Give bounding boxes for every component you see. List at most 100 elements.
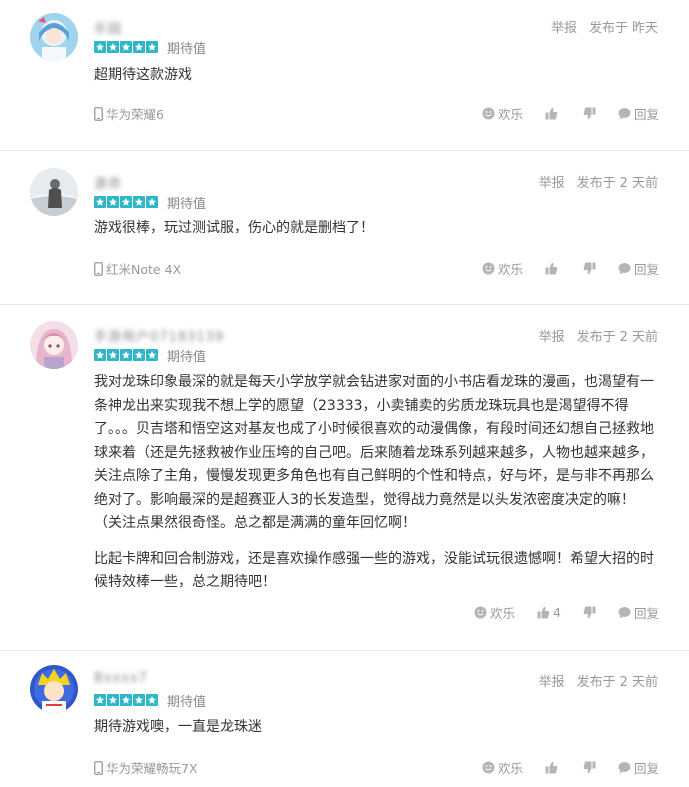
avatar[interactable] (30, 13, 78, 61)
posted-prefix: 发布于 (576, 675, 616, 690)
thumbs-up-icon (537, 606, 550, 619)
thumbs-up-icon (545, 262, 558, 275)
star-icon (107, 694, 119, 706)
report-link[interactable]: 举报 (551, 17, 577, 36)
rating-label: 期待值 (167, 197, 207, 212)
star-icon (120, 349, 132, 361)
device-info: 华为荣耀6 (94, 104, 164, 123)
star-rating (94, 41, 158, 53)
star-icon (94, 694, 106, 706)
review-card: 源奇 期待值 举报 发布于 2 天前 游戏很棒，玩过测试服，伤心的就是删档了！ 红… (0, 151, 689, 305)
posted-time: 发布于 2 天前 (577, 172, 658, 191)
posted-value: 2 天前 (619, 330, 658, 345)
like-button[interactable] (545, 262, 561, 275)
review-actions: 欢乐 回复 (460, 758, 659, 777)
star-icon (146, 41, 158, 53)
device-name: 红米Note 4X (106, 262, 182, 277)
username[interactable]: 乐园 (94, 18, 122, 37)
avatar[interactable] (30, 168, 78, 216)
comment-icon (618, 762, 631, 774)
review-meta: 举报 发布于 2 天前 (539, 671, 658, 690)
comment-icon (618, 263, 631, 275)
fun-button[interactable]: 欢乐 (482, 758, 523, 777)
avatar[interactable] (30, 665, 78, 713)
dislike-button[interactable] (583, 761, 596, 774)
thumbs-down-icon (583, 107, 596, 120)
star-icon (146, 196, 158, 208)
posted-time: 发布于 2 天前 (577, 326, 658, 345)
username[interactable]: Bxxxx7 (94, 671, 148, 686)
device-name: 华为荣耀6 (106, 107, 164, 122)
avatar[interactable] (30, 321, 78, 369)
reply-label: 回复 (633, 761, 659, 776)
star-icon (133, 196, 145, 208)
report-link[interactable]: 举报 (539, 172, 565, 191)
reply-button[interactable]: 回复 (618, 758, 659, 777)
like-count: 4 (553, 605, 561, 620)
username[interactable]: 手游用户07183139 (94, 326, 224, 345)
thumbs-down-icon (583, 761, 596, 774)
review-content: 期待游戏噢，一直是龙珠迷 (94, 716, 658, 752)
thumbs-up-icon (545, 761, 558, 774)
username[interactable]: 源奇 (94, 173, 122, 192)
star-icon (133, 349, 145, 361)
review-content: 游戏很棒，玩过测试服，伤心的就是删档了！ (94, 217, 658, 253)
star-rating (94, 694, 158, 706)
review-paragraph: 超期待这款游戏 (94, 67, 192, 83)
posted-time: 发布于 昨天 (589, 17, 658, 36)
star-icon (120, 694, 132, 706)
smile-icon (482, 262, 495, 275)
posted-value: 昨天 (631, 21, 658, 36)
fun-button[interactable]: 欢乐 (482, 104, 523, 123)
review-actions: 欢乐 回复 (460, 259, 659, 278)
phone-icon (94, 261, 103, 276)
review-card: 乐园 期待值 举报 发布于 昨天 超期待这款游戏 华为荣耀6 欢乐 回复 (0, 0, 689, 151)
star-icon (94, 41, 106, 53)
review-paragraph: 期待游戏噢，一直是龙珠迷 (94, 719, 262, 735)
phone-icon (94, 760, 103, 775)
star-rating (94, 349, 158, 361)
review-content: 超期待这款游戏 (94, 64, 658, 100)
fun-label: 欢乐 (490, 606, 516, 621)
review-paragraph: 游戏很棒，玩过测试服，伤心的就是删档了！ (94, 220, 374, 236)
review-content: 我对龙珠印象最深的就是每天小学放学就会钻进家对面的小书店看龙珠的漫画，也渴望有一… (94, 371, 658, 607)
report-link[interactable]: 举报 (539, 326, 565, 345)
star-icon (120, 41, 132, 53)
fun-button[interactable]: 欢乐 (474, 603, 515, 622)
reply-label: 回复 (633, 107, 659, 122)
dislike-button[interactable] (583, 606, 596, 619)
dislike-button[interactable] (583, 107, 596, 120)
star-icon (107, 196, 119, 208)
thumbs-down-icon (583, 262, 596, 275)
like-button[interactable] (545, 761, 561, 774)
reply-label: 回复 (633, 606, 659, 621)
review-paragraph: 比起卡牌和回合制游戏，还是喜欢操作感强一些的游戏，没能试玩很遗憾啊！希望大招的时… (94, 550, 654, 591)
smile-icon (482, 107, 495, 120)
review-meta: 举报 发布于 2 天前 (539, 326, 658, 345)
like-button[interactable]: 4 (537, 605, 561, 620)
dislike-button[interactable] (583, 262, 596, 275)
star-icon (133, 41, 145, 53)
reply-button[interactable]: 回复 (618, 104, 659, 123)
reply-label: 回复 (633, 262, 659, 277)
reply-button[interactable]: 回复 (618, 603, 659, 622)
reply-button[interactable]: 回复 (618, 259, 659, 278)
star-icon (133, 694, 145, 706)
posted-value: 2 天前 (619, 176, 658, 191)
report-link[interactable]: 举报 (539, 671, 565, 690)
review-actions: 欢乐 4 回复 (452, 603, 659, 622)
like-button[interactable] (545, 107, 561, 120)
fun-button[interactable]: 欢乐 (482, 259, 523, 278)
device-info: 红米Note 4X (94, 259, 181, 278)
posted-prefix: 发布于 (576, 176, 616, 191)
review-meta: 举报 发布于 昨天 (551, 17, 658, 36)
fun-label: 欢乐 (497, 761, 523, 776)
review-meta: 举报 发布于 2 天前 (539, 172, 658, 191)
posted-value: 2 天前 (619, 675, 658, 690)
posted-time: 发布于 2 天前 (577, 671, 658, 690)
comment-icon (618, 108, 631, 120)
smile-icon (482, 761, 495, 774)
star-icon (120, 196, 132, 208)
thumbs-down-icon (583, 606, 596, 619)
star-icon (146, 694, 158, 706)
